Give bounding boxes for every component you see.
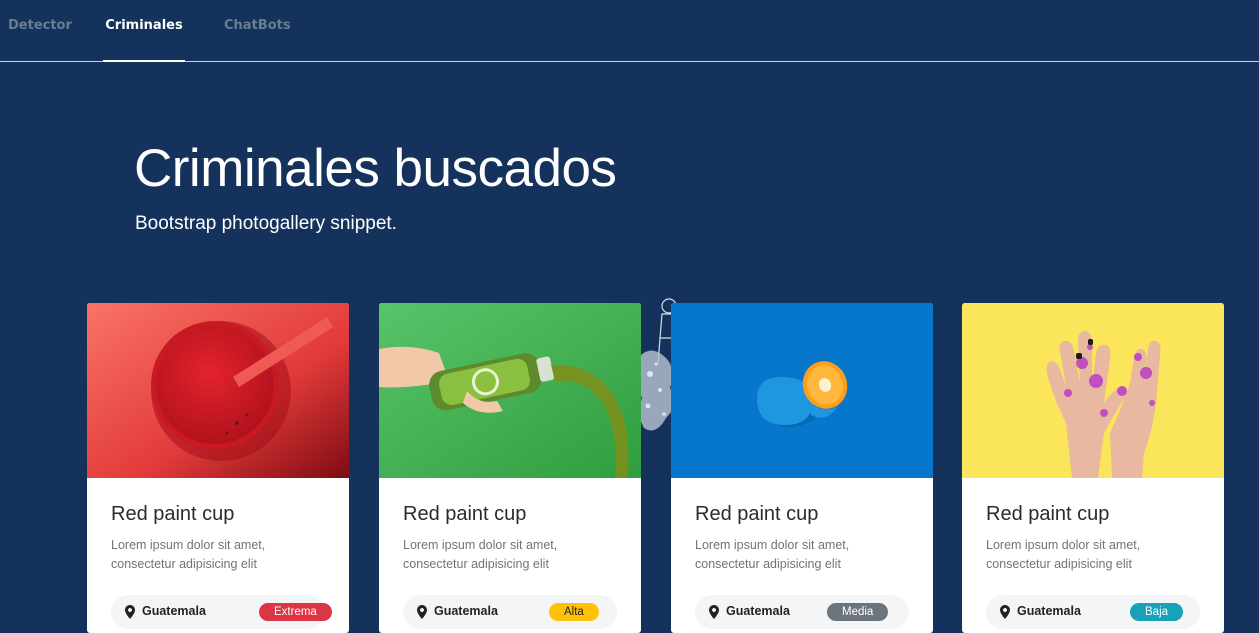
card-image-red-smoothie bbox=[87, 303, 349, 478]
card-description: Lorem ipsum dolor sit amet, consectetur … bbox=[986, 538, 1141, 571]
criminal-card[interactable]: Red paint cup Lorem ipsum dolor sit amet… bbox=[379, 303, 641, 633]
card-title: Red paint cup bbox=[695, 503, 819, 525]
threat-badge: Media bbox=[827, 603, 889, 621]
top-nav: Detector Criminales ChatBots bbox=[0, 0, 1259, 62]
tab-criminales[interactable]: Criminales bbox=[103, 0, 185, 62]
card-image-glitter-hands bbox=[962, 303, 1224, 478]
map-marker-icon bbox=[417, 605, 427, 619]
card-image-green-juice bbox=[379, 303, 641, 478]
location-label: Guatemala bbox=[726, 604, 790, 618]
threat-badge: Alta bbox=[549, 603, 599, 621]
card-title: Red paint cup bbox=[403, 503, 527, 525]
map-marker-icon bbox=[1000, 605, 1010, 619]
tab-chatbots[interactable]: ChatBots bbox=[224, 0, 291, 61]
criminal-card[interactable]: Red paint cup Lorem ipsum dolor sit amet… bbox=[962, 303, 1224, 633]
card-description: Lorem ipsum dolor sit amet, consectetur … bbox=[111, 538, 266, 571]
location-label: Guatemala bbox=[434, 604, 498, 618]
page-title: Criminales buscados bbox=[134, 139, 617, 198]
card-image-blue-orange bbox=[671, 303, 933, 478]
threat-badge: Extrema bbox=[259, 603, 332, 621]
card-footer: Guatemala Extrema bbox=[111, 595, 332, 629]
card-footer: Guatemala Media bbox=[695, 595, 909, 629]
location-label: Guatemala bbox=[142, 604, 206, 618]
card-footer: Guatemala Alta bbox=[403, 595, 617, 629]
card-title: Red paint cup bbox=[986, 503, 1110, 525]
location-label: Guatemala bbox=[1017, 604, 1081, 618]
card-description: Lorem ipsum dolor sit amet, consectetur … bbox=[403, 538, 558, 571]
criminal-card[interactable]: Red paint cup Lorem ipsum dolor sit amet… bbox=[671, 303, 933, 633]
card-description: Lorem ipsum dolor sit amet, consectetur … bbox=[695, 538, 850, 571]
card-footer: Guatemala Baja bbox=[986, 595, 1200, 629]
threat-badge: Baja bbox=[1130, 603, 1184, 621]
map-marker-icon bbox=[709, 605, 719, 619]
criminal-card[interactable]: Red paint cup Lorem ipsum dolor sit amet… bbox=[87, 303, 349, 633]
card-title: Red paint cup bbox=[111, 503, 235, 525]
page-subtitle: Bootstrap photogallery snippet. bbox=[135, 213, 397, 234]
tab-detector[interactable]: Detector bbox=[8, 0, 72, 61]
map-marker-icon bbox=[125, 605, 135, 619]
